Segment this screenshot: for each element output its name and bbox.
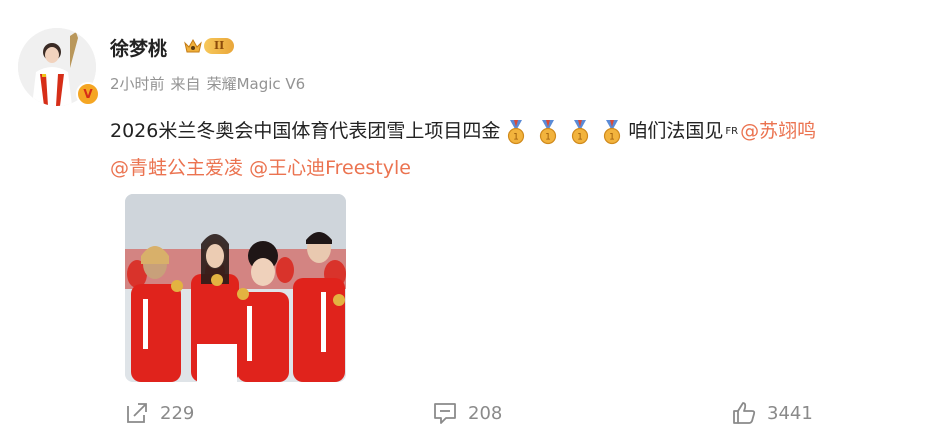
comment-count: 208: [468, 402, 503, 424]
svg-text:1: 1: [545, 132, 551, 142]
svg-text:1: 1: [577, 132, 583, 142]
post-after-text: 咱们法国见: [628, 120, 724, 142]
like-button[interactable]: 3441: [731, 400, 813, 426]
crown-icon: [184, 38, 202, 53]
weibo-post-card: V 徐梦桃 II 2小时前 来自 荣耀Magic V6 2026米兰冬奥会中国体…: [0, 0, 938, 435]
mention-1[interactable]: @苏翊鸣: [740, 120, 816, 142]
post-meta: 2小时前 来自 荣耀Magic V6: [110, 73, 305, 94]
author-name[interactable]: 徐梦桃: [110, 34, 167, 61]
post-source: 荣耀Magic V6: [206, 75, 306, 93]
post-main-text: 2026米兰冬奥会中国体育代表团雪上项目四金: [110, 120, 501, 142]
share-count: 229: [160, 402, 195, 424]
svg-text:1: 1: [609, 132, 615, 142]
team-photo: [125, 194, 346, 382]
post-text: 2026米兰冬奥会中国体育代表团雪上项目四金 1 1 1 1 咱们法国见 FR @苏翊鸣 @青…: [110, 113, 930, 186]
like-count: 3441: [767, 402, 813, 424]
level-label: II: [204, 38, 235, 54]
member-level-badge[interactable]: II: [184, 38, 235, 54]
post-time[interactable]: 2小时前: [110, 73, 165, 94]
mention-3[interactable]: @王心迪Freestyle: [249, 157, 411, 179]
share-button[interactable]: 229: [124, 400, 194, 426]
source-prefix: 来自: [170, 75, 201, 93]
comment-button[interactable]: 208: [432, 400, 502, 426]
comment-icon: [434, 403, 456, 424]
verified-badge: V: [76, 82, 100, 106]
medal-row: 1 1 1 1: [500, 119, 628, 144]
gold-medal-icon: 1: [572, 119, 589, 144]
svg-text:1: 1: [513, 132, 519, 142]
thumbs-up-icon: [733, 402, 756, 424]
fr-flag-label: FR: [725, 125, 739, 137]
gold-medal-icon: 1: [540, 119, 557, 144]
gold-medal-icon: 1: [604, 119, 621, 144]
share-icon: [127, 403, 147, 423]
post-image[interactable]: [125, 194, 346, 382]
gold-medal-icon: 1: [508, 119, 525, 144]
mention-2[interactable]: @青蛙公主爱凌: [110, 157, 243, 179]
